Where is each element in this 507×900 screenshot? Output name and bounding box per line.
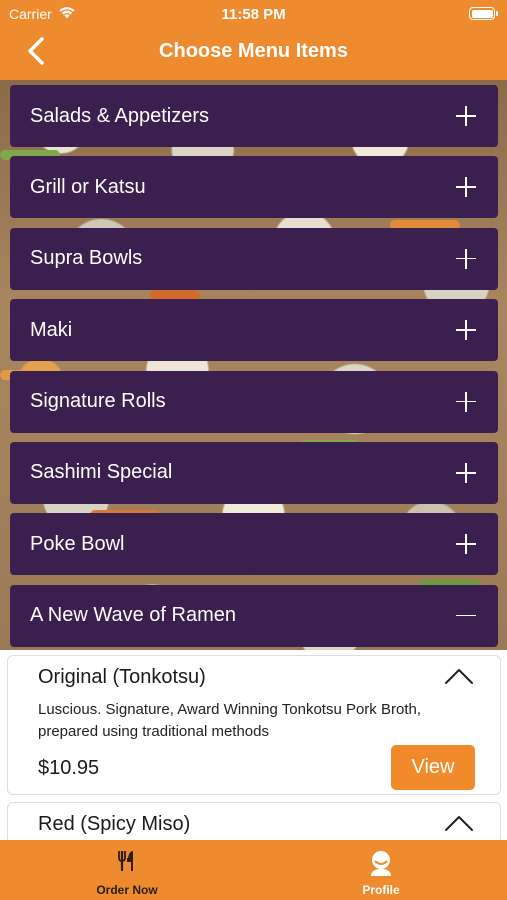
item-description: Luscious. Signature, Award Winning Tonko…: [38, 701, 421, 740]
item-price: $10.95: [38, 757, 100, 779]
plus-icon: [456, 462, 476, 483]
category-sashimi-special[interactable]: Sashimi Special: [10, 441, 498, 504]
menu-item-card[interactable]: Red (Spicy Miso): [7, 802, 501, 840]
clock: 11:58 PM: [221, 6, 286, 23]
tab-bar: Order Now Profile: [0, 840, 507, 900]
item-name: Original (Tonkotsu): [38, 666, 206, 688]
category-label: Signature Rolls: [30, 390, 166, 413]
page-title: Choose Menu Items: [159, 40, 348, 62]
category-label: Maki: [30, 318, 73, 341]
minus-icon: [456, 606, 476, 626]
view-button[interactable]: View: [391, 745, 475, 790]
status-bar: Carrier 11:58 PM: [0, 0, 507, 30]
category-new-wave-ramen[interactable]: A New Wave of Ramen: [10, 584, 498, 647]
category-label: Sashimi Special: [30, 461, 173, 484]
category-salads-appetizers[interactable]: Salads & Appetizers: [10, 85, 498, 147]
battery-icon: [469, 7, 498, 20]
navigation-bar: Choose Menu Items: [0, 30, 507, 80]
tab-label: Profile: [362, 883, 400, 897]
category-signature-rolls[interactable]: Signature Rolls: [10, 370, 498, 433]
category-grill-katsu[interactable]: Grill or Katsu: [10, 156, 498, 219]
tab-profile[interactable]: Profile: [254, 840, 507, 900]
plus-icon: [456, 320, 476, 341]
tab-order-now[interactable]: Order Now: [0, 840, 254, 900]
menu-item-list: Original (Tonkotsu) Luscious. Signature,…: [0, 650, 507, 840]
category-label: Salads & Appetizers: [30, 104, 209, 127]
category-label: Poke Bowl: [30, 532, 125, 555]
top-bar: Carrier 11:58 PM Choose Menu Items: [0, 0, 507, 80]
item-name: Red (Spicy Miso): [38, 813, 191, 835]
category-label: Supra Bowls: [30, 247, 143, 270]
category-poke-bowl[interactable]: Poke Bowl: [10, 513, 498, 576]
plus-icon: [456, 248, 476, 269]
tab-label: Order Now: [96, 883, 158, 897]
plus-icon: [456, 106, 476, 126]
plus-icon: [456, 177, 476, 198]
person-icon: [368, 850, 394, 881]
menu-item-card[interactable]: Original (Tonkotsu) Luscious. Signature,…: [7, 655, 501, 795]
category-label: A New Wave of Ramen: [30, 604, 237, 627]
category-supra-bowls[interactable]: Supra Bowls: [10, 227, 498, 290]
category-label: Grill or Katsu: [30, 175, 146, 198]
chevron-up-icon[interactable]: [444, 813, 474, 833]
plus-icon: [456, 391, 476, 412]
chevron-up-icon[interactable]: [444, 666, 474, 686]
plus-icon: [456, 534, 476, 555]
category-maki[interactable]: Maki: [10, 299, 498, 362]
utensils-icon: [116, 850, 138, 877]
category-list: Salads & Appetizers Grill or Katsu Supra…: [10, 85, 498, 656]
